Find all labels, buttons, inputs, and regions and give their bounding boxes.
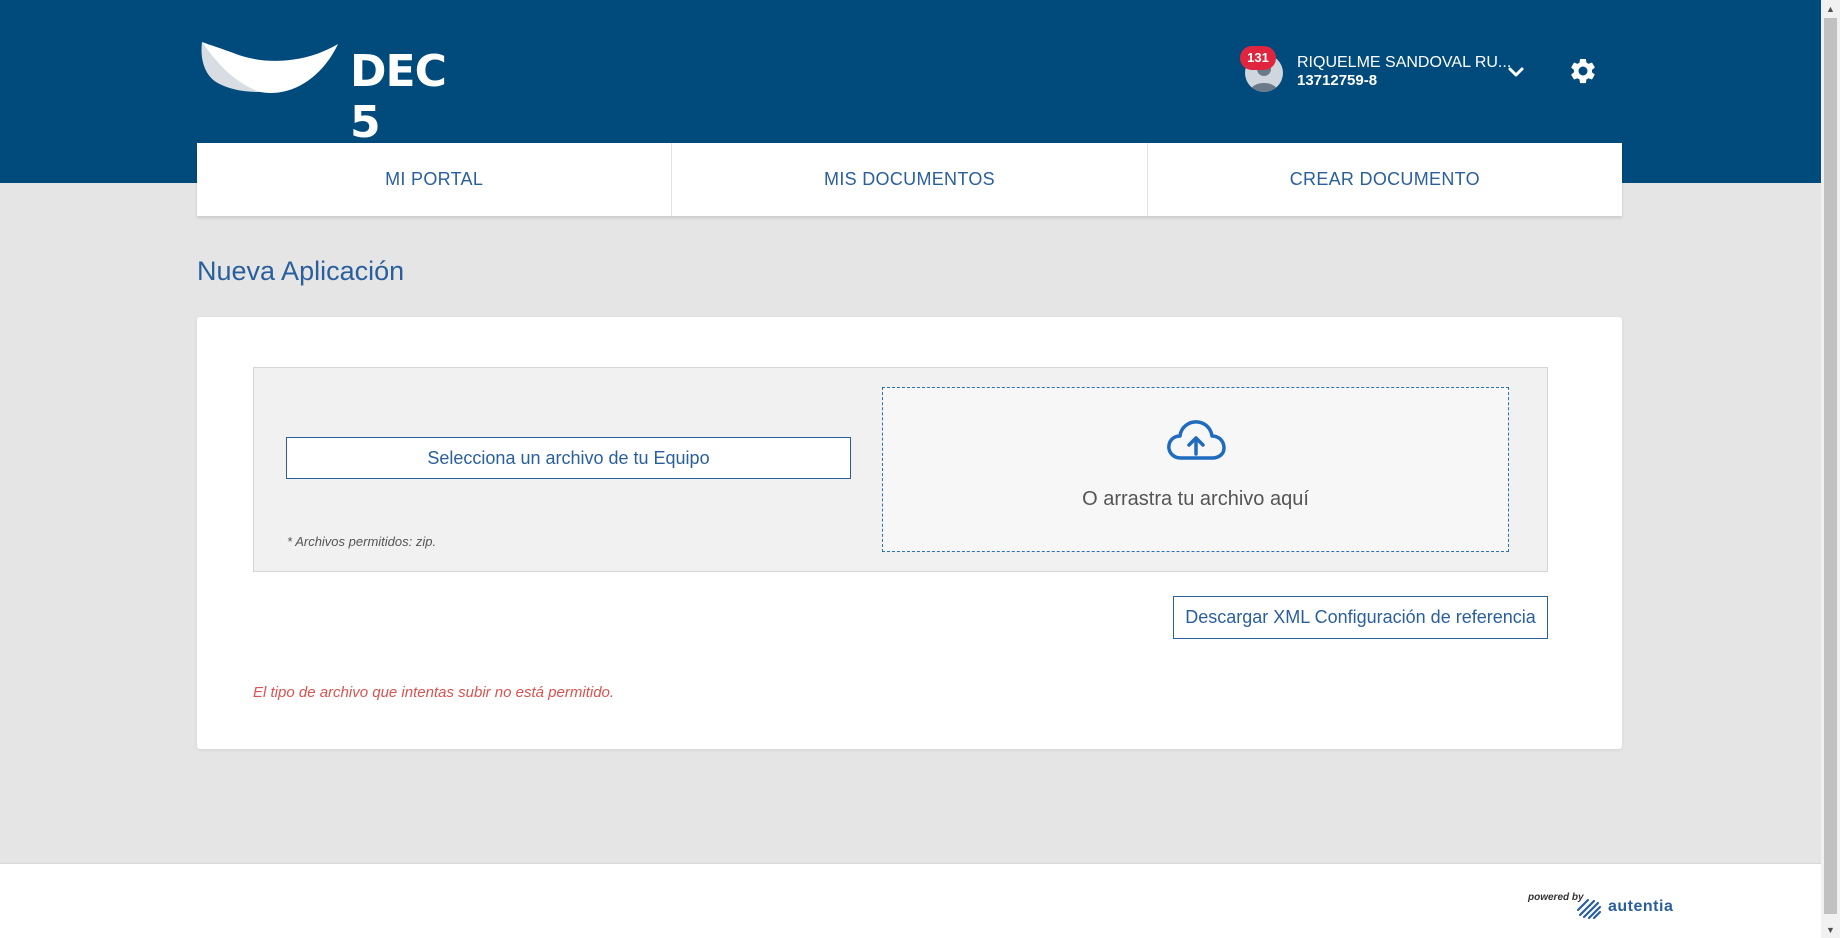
autentia-logo-icon <box>1576 898 1602 920</box>
tab-mi-portal[interactable]: MI PORTAL <box>197 143 673 216</box>
drop-zone-label: O arrastra tu archivo aquí <box>1082 488 1309 510</box>
logo-leaf-icon <box>201 42 338 93</box>
cloud-upload-icon <box>1165 418 1227 464</box>
powered-by-autentia[interactable]: powered by autentia <box>1528 892 1678 922</box>
scroll-up-arrow-icon[interactable]: ▲ <box>1821 0 1840 17</box>
user-menu[interactable]: 131 RIQUELME SANDOVAL RU... 13712759-8 <box>1240 46 1590 94</box>
upload-area: Selecciona un archivo de tu Equipo * Arc… <box>253 367 1548 572</box>
main-nav: MI PORTAL MIS DOCUMENTOS CREAR DOCUMENTO <box>197 143 1622 216</box>
gear-icon[interactable] <box>1568 56 1598 86</box>
chevron-down-icon[interactable] <box>1506 62 1526 82</box>
brand-name: DEC 5 <box>350 46 447 148</box>
page-scrollbar[interactable]: ▲ ▼ <box>1821 0 1840 938</box>
notification-badge[interactable]: 131 <box>1240 46 1276 70</box>
tab-mis-documentos[interactable]: MIS DOCUMENTOS <box>672 143 1148 216</box>
footer: powered by autentia <box>0 863 1821 938</box>
select-file-button[interactable]: Selecciona un archivo de tu Equipo <box>286 437 851 479</box>
scrollbar-thumb[interactable] <box>1824 18 1837 914</box>
allowed-files-note: * Archivos permitidos: zip. <box>287 534 437 549</box>
file-drop-zone[interactable]: O arrastra tu archivo aquí <box>882 387 1509 552</box>
user-id: 13712759-8 <box>1297 72 1378 89</box>
tab-crear-documento[interactable]: CREAR DOCUMENTO <box>1148 143 1622 216</box>
page-title: Nueva Aplicación <box>197 256 405 286</box>
vendor-name: autentia <box>1608 898 1674 915</box>
error-message: El tipo de archivo que intentas subir no… <box>253 684 615 701</box>
dec5-logo[interactable]: DEC 5 <box>198 36 478 148</box>
scroll-down-arrow-icon[interactable]: ▼ <box>1821 921 1840 938</box>
upload-card: Selecciona un archivo de tu Equipo * Arc… <box>197 317 1622 749</box>
download-xml-button[interactable]: Descargar XML Configuración de referenci… <box>1173 596 1548 639</box>
user-name: RIQUELME SANDOVAL RU... <box>1297 54 1512 71</box>
